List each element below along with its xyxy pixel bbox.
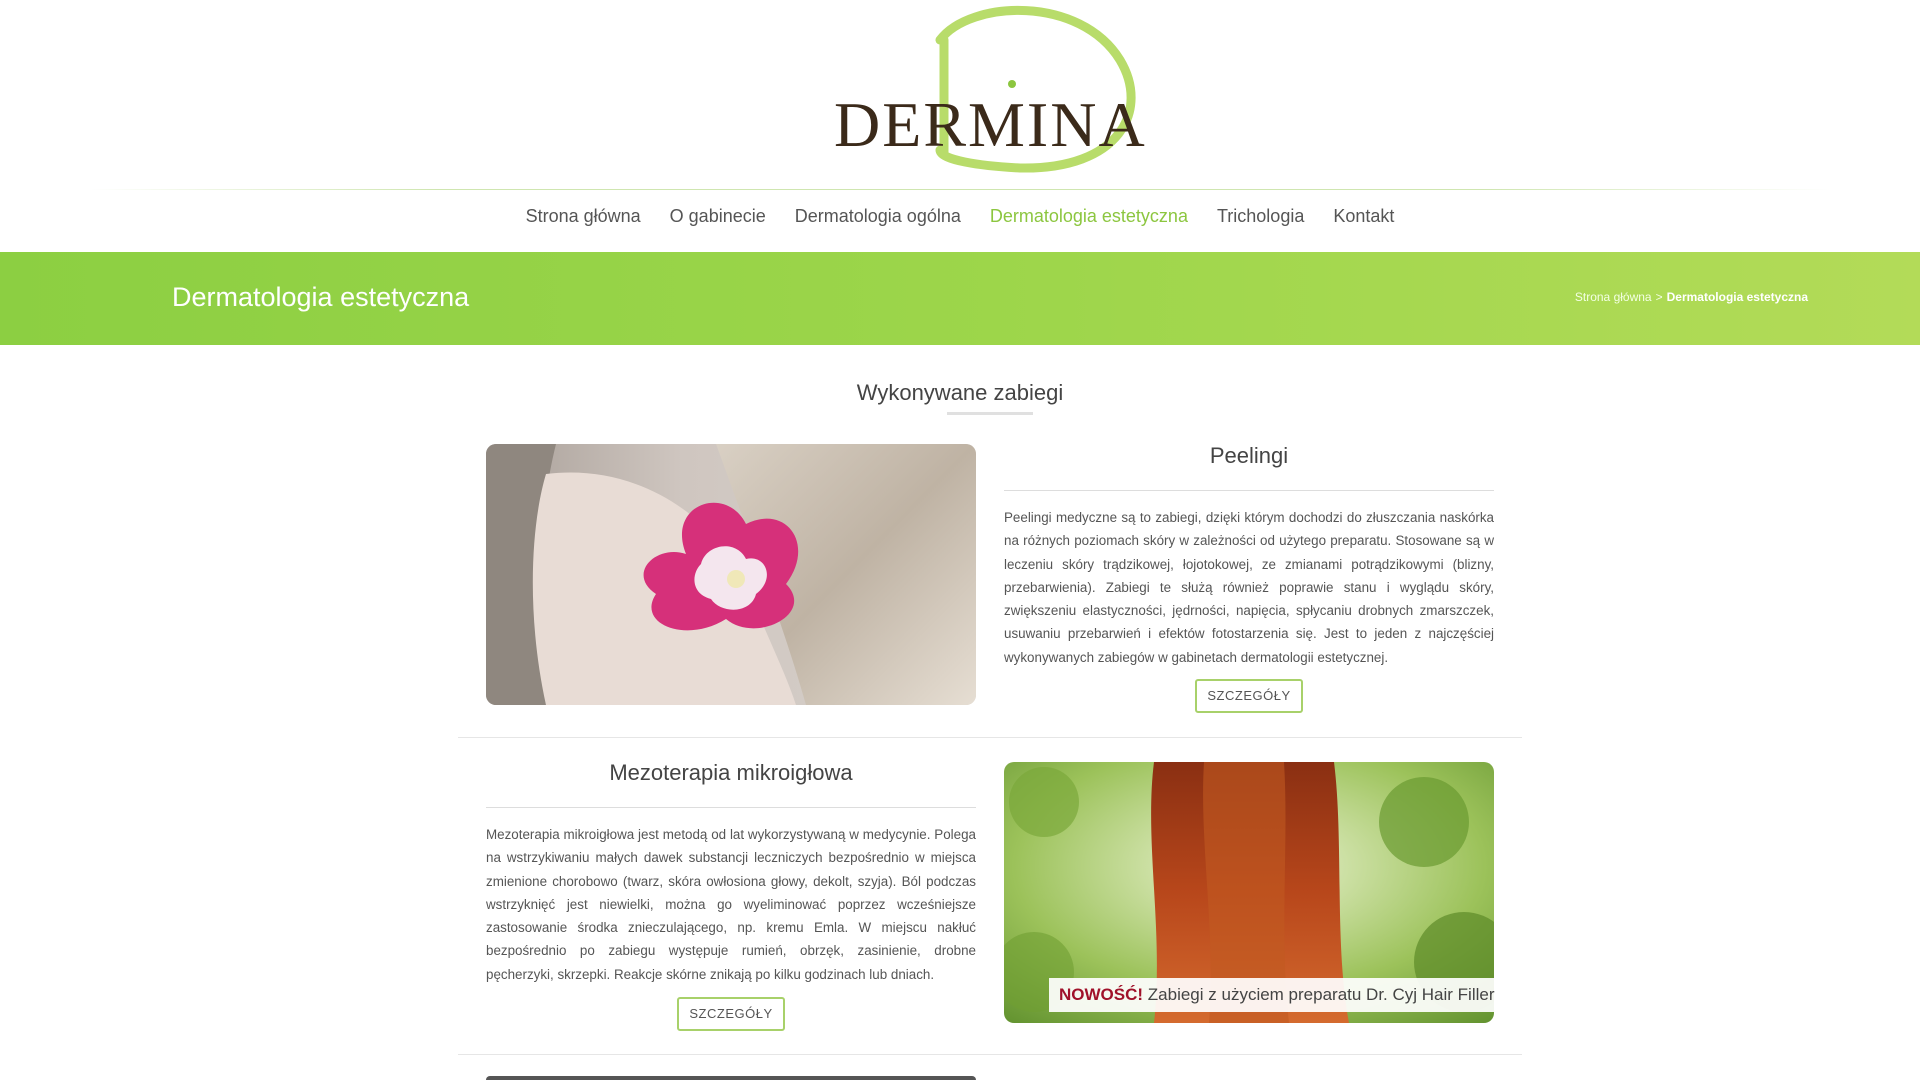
nav-item-about[interactable]: O gabinecie bbox=[670, 204, 766, 228]
mezoterapia-title-rule bbox=[486, 807, 976, 808]
row-separator bbox=[458, 1054, 1522, 1055]
peelingi-description: Peelingi medyczne są to zabiegi, dzięki … bbox=[1004, 510, 1494, 665]
nav-item-contact[interactable]: Kontakt bbox=[1333, 204, 1394, 228]
peelingi-image[interactable] bbox=[486, 444, 976, 705]
peelingi-title: Peelingi bbox=[1209, 443, 1289, 468]
promo-text: Zabiegi z użyciem preparatu Dr. Cyj Hair… bbox=[1147, 985, 1495, 1004]
nav-item-trichology[interactable]: Trichologia bbox=[1217, 204, 1304, 228]
row-separator bbox=[458, 737, 1522, 738]
mezoterapia-description: Mezoterapia mikroigłowa jest metodą od l… bbox=[486, 827, 976, 982]
main-navigation: Strona główna O gabinecie Dermatologia o… bbox=[0, 204, 1920, 228]
peelingi-details-button[interactable]: SZCZEGÓŁY bbox=[1195, 679, 1303, 713]
promo-label[interactable]: NOWOŚĆ! Zabiegi z użyciem preparatu Dr. … bbox=[1049, 978, 1505, 1012]
logo-wordmark: DERMINA bbox=[834, 89, 1147, 160]
next-treatment-image[interactable] bbox=[486, 1076, 976, 1080]
tulip-neck-photo bbox=[486, 444, 976, 705]
breadcrumb: Strona główna > Dermatologia estetyczna bbox=[1575, 290, 1808, 304]
breadcrumb-home-link[interactable]: Strona główna bbox=[1575, 290, 1652, 304]
page-title: Dermatologia estetyczna bbox=[172, 282, 470, 312]
mezoterapia-details-button[interactable]: SZCZEGÓŁY bbox=[677, 997, 785, 1031]
breadcrumb-current: Dermatologia estetyczna bbox=[1666, 290, 1808, 304]
nav-item-aesthetic-dermatology[interactable]: Dermatologia estetyczna bbox=[990, 204, 1188, 228]
nav-item-home[interactable]: Strona główna bbox=[526, 204, 641, 228]
mezoterapia-title: Mezoterapia mikroigłowa bbox=[609, 760, 853, 785]
promo-new-badge: NOWOŚĆ! bbox=[1059, 985, 1144, 1004]
nav-item-general-dermatology[interactable]: Dermatologia ogólna bbox=[795, 204, 961, 228]
breadcrumb-separator: > bbox=[1655, 290, 1663, 304]
header-divider bbox=[90, 189, 1830, 190]
section-title-underline bbox=[947, 412, 1033, 415]
dermina-logo[interactable]: DERMINA bbox=[820, 0, 1160, 180]
section-title: Wykonywane zabiegi bbox=[856, 380, 1064, 405]
peelingi-title-rule bbox=[1004, 490, 1494, 491]
page-title-banner: Dermatologia estetyczna Strona główna > De… bbox=[0, 252, 1920, 345]
